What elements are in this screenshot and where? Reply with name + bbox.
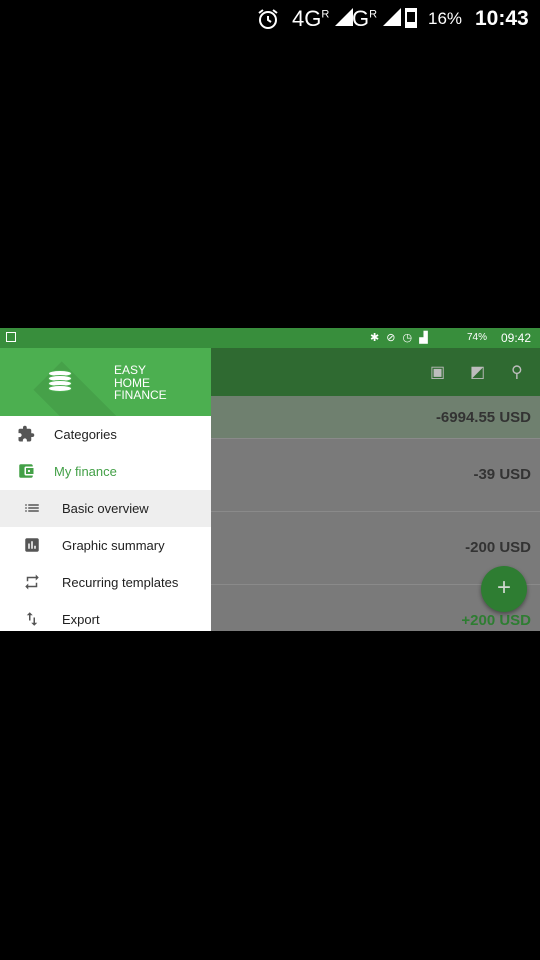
wallet-icon — [16, 462, 36, 482]
drawer-menu: Categories My finance Basic overview Gra… — [0, 416, 211, 631]
gallery-icon — [6, 332, 16, 342]
menu-item-label: Recurring templates — [62, 575, 179, 590]
menu-item-basic-overview[interactable]: Basic overview — [0, 490, 211, 527]
row-amount: -39 USD — [473, 466, 531, 483]
search-icon[interactable]: ⚲ — [511, 362, 523, 382]
battery-icon — [405, 8, 417, 28]
inner-clock: 09:42 — [501, 331, 532, 345]
inner-status-bar: ✱ ⊘ ◷ ▟ 74% 09:42 — [0, 328, 540, 348]
logo-line: EASY — [114, 363, 147, 377]
menu-item-export[interactable]: Export — [0, 601, 211, 631]
bar-chart-icon — [22, 536, 42, 556]
app-logo-text: EASY HOME FINANCE — [114, 364, 167, 402]
clock: 10:43 — [475, 7, 529, 30]
signal-icon — [335, 8, 354, 26]
drawer-header: EASY HOME FINANCE — [0, 348, 211, 416]
list-icon — [22, 499, 42, 519]
menu-item-label: Export — [62, 612, 100, 627]
total-amount: -6994.55 USD — [435, 409, 531, 426]
outer-status-bar: 4GR GR 16% 10:43 — [0, 0, 540, 40]
navigation-drawer: EASY HOME FINANCE Categories My finance — [0, 348, 211, 631]
add-button[interactable]: + — [481, 566, 527, 612]
network-4g-indicator: 4GR — [292, 6, 354, 32]
menu-item-label: Graphic summary — [62, 538, 165, 553]
battery-percent: 16% — [428, 9, 463, 28]
menu-item-graphic-summary[interactable]: Graphic summary — [0, 527, 211, 564]
menu-item-my-finance[interactable]: My finance — [0, 453, 211, 490]
network-g-indicator: GR — [352, 6, 402, 32]
menu-item-label: My finance — [54, 464, 117, 479]
plus-minus-icon[interactable]: ◩ — [470, 362, 485, 382]
menu-item-recurring-templates[interactable]: Recurring templates — [0, 564, 211, 601]
wallet-icon[interactable]: ▣ — [430, 362, 445, 382]
menu-item-label: Categories — [54, 427, 117, 442]
menu-item-categories[interactable]: Categories — [0, 416, 211, 453]
inner-battery-percent: 74% — [467, 332, 488, 343]
coins-logo-icon — [48, 370, 72, 392]
signal-icon — [383, 8, 402, 26]
logo-line: FINANCE — [114, 388, 167, 402]
swap-vertical-icon — [22, 610, 42, 630]
puzzle-icon — [16, 425, 36, 445]
menu-item-label: Basic overview — [62, 501, 149, 516]
alarm-clock-icon — [258, 9, 278, 29]
row-amount: +200 USD — [461, 612, 531, 629]
app-screen: ✱ ⊘ ◷ ▟ 74% 09:42 ▣ ◩ ⚲ -6994.55 USD -39… — [0, 328, 540, 631]
status-icons: ✱ ⊘ ◷ ▟ — [370, 332, 430, 344]
row-amount: -200 USD — [465, 539, 531, 556]
repeat-icon — [22, 573, 42, 593]
